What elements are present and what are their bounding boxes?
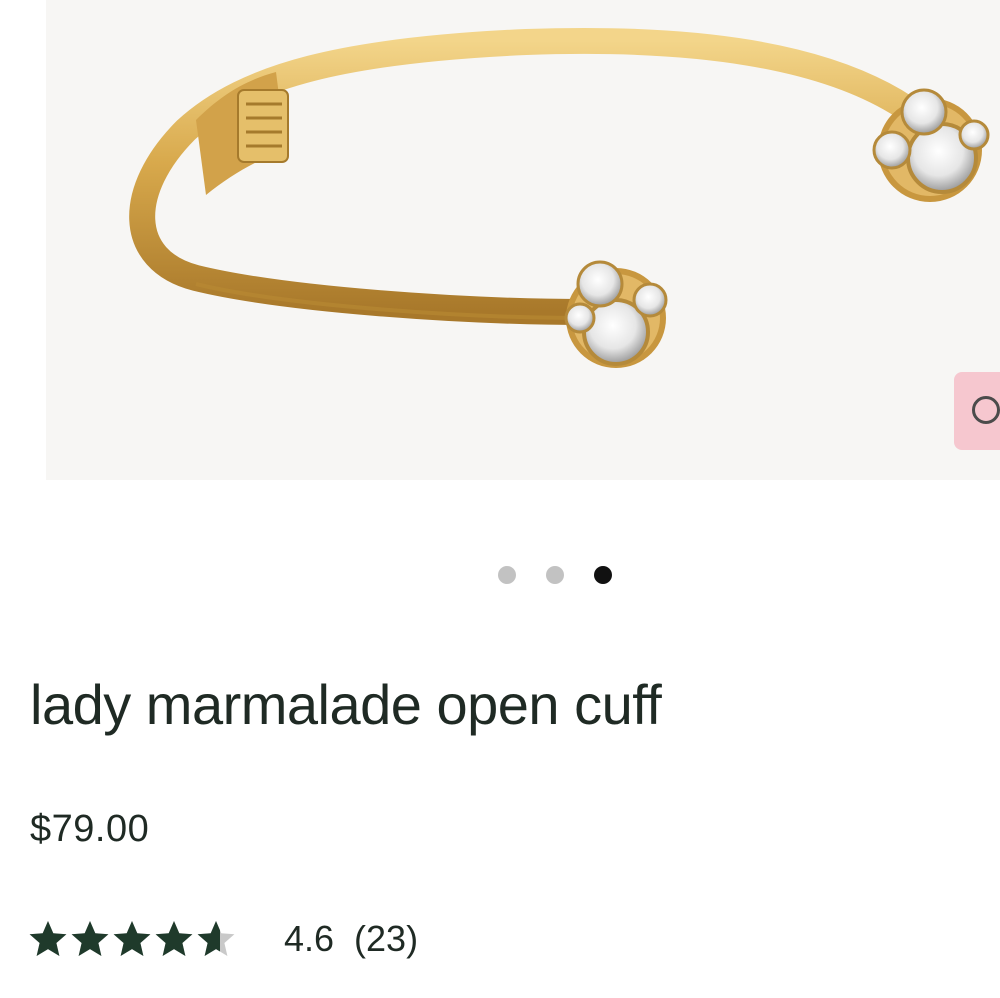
rating-row[interactable]: 4.6 (23) — [28, 914, 418, 964]
image-carousel-dots — [498, 566, 612, 584]
carousel-dot-3-active[interactable] — [594, 566, 612, 584]
product-title: lady marmalade open cuff — [30, 673, 662, 736]
star-icon — [113, 921, 151, 956]
cuff-bracelet-illustration — [129, 27, 990, 368]
compare-tab[interactable] — [954, 372, 1000, 450]
review-count-link[interactable]: (23) — [354, 918, 418, 960]
circle-outline-icon — [972, 396, 1000, 424]
product-image[interactable] — [46, 0, 1000, 480]
star-rating — [28, 919, 236, 959]
star-icon — [155, 921, 193, 956]
carousel-dot-2[interactable] — [546, 566, 564, 584]
product-price: $79.00 — [30, 808, 150, 850]
rating-value: 4.6 — [284, 918, 335, 959]
carousel-dot-1[interactable] — [498, 566, 516, 584]
star-icon — [71, 921, 109, 956]
star-icon — [197, 921, 235, 956]
star-icon — [29, 921, 67, 956]
